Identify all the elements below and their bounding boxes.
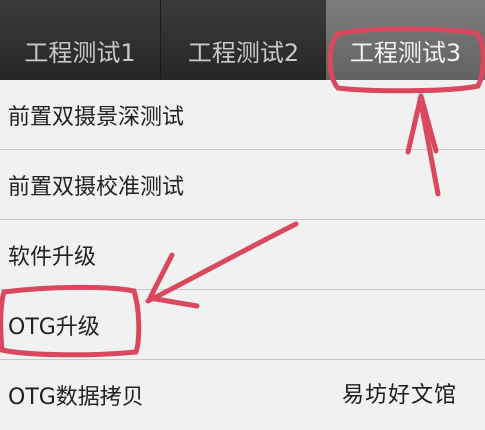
tab-engineering-test-2[interactable]: 工程测试2 <box>160 0 326 80</box>
list-item-otg-upgrade[interactable]: OTG升级 <box>0 290 485 360</box>
list-item-front-dual-camera-calibration-test[interactable]: 前置双摄校准测试 <box>0 150 485 220</box>
tab-bar: 工程测试1 工程测试2 工程测试3 <box>0 0 485 80</box>
list-item-label: 软件升级 <box>8 244 97 270</box>
tab-engineering-test-3[interactable]: 工程测试3 <box>326 0 485 80</box>
tab-engineering-test-1[interactable]: 工程测试1 <box>0 0 160 80</box>
tab-label: 工程测试2 <box>187 39 300 67</box>
list-item-front-dual-camera-depth-test[interactable]: 前置双摄景深测试 <box>0 80 485 150</box>
list-item-software-upgrade[interactable]: 软件升级 <box>0 220 485 290</box>
tab-label: 工程测试1 <box>24 39 136 67</box>
list-item-label: OTG升级 <box>8 314 100 340</box>
list-item-label: 前置双摄校准测试 <box>8 174 185 200</box>
tab-label: 工程测试3 <box>349 39 462 67</box>
list-item-label: 前置双摄景深测试 <box>8 104 185 130</box>
watermark-text: 易坊好文馆 <box>341 383 457 408</box>
list-item-label: OTG数据拷贝 <box>8 385 144 410</box>
